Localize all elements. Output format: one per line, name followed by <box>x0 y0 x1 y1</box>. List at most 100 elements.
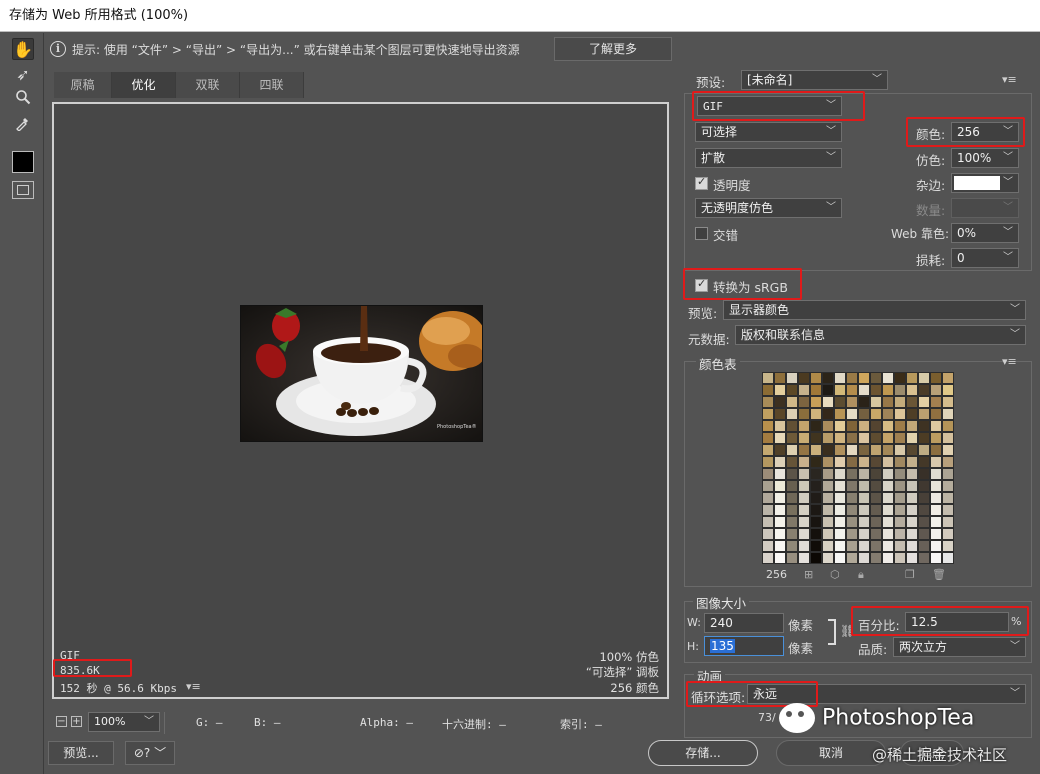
color-swatch[interactable] <box>762 552 774 564</box>
color-swatch[interactable] <box>906 504 918 516</box>
color-swatch[interactable] <box>930 552 942 564</box>
color-swatch[interactable] <box>930 528 942 540</box>
browser-preview-button[interactable]: ⊘? ﹀ <box>125 741 175 765</box>
color-swatch[interactable] <box>762 396 774 408</box>
color-swatch[interactable] <box>906 372 918 384</box>
toggle-slices-icon[interactable] <box>12 181 34 199</box>
color-swatch[interactable] <box>786 504 798 516</box>
color-swatch[interactable] <box>894 528 906 540</box>
preset-select[interactable]: [未命名] ﹀ <box>741 70 888 90</box>
lock-color-icon[interactable]: 🔒︎ <box>858 568 864 582</box>
color-swatch[interactable] <box>822 552 834 564</box>
color-swatch[interactable] <box>858 444 870 456</box>
color-swatch[interactable] <box>834 504 846 516</box>
lossy-select[interactable]: 0 ﹀ <box>951 248 1019 268</box>
color-swatch[interactable] <box>846 552 858 564</box>
color-swatch[interactable] <box>846 384 858 396</box>
color-swatch[interactable] <box>870 432 882 444</box>
color-swatch[interactable] <box>870 492 882 504</box>
color-swatch[interactable] <box>882 516 894 528</box>
color-swatch[interactable] <box>834 420 846 432</box>
color-swatch[interactable] <box>762 516 774 528</box>
color-swatch[interactable] <box>906 432 918 444</box>
color-swatch[interactable] <box>882 396 894 408</box>
color-swatch[interactable] <box>786 480 798 492</box>
color-swatch[interactable] <box>774 516 786 528</box>
color-swatch[interactable] <box>894 456 906 468</box>
color-swatch[interactable] <box>846 408 858 420</box>
color-swatch[interactable] <box>930 372 942 384</box>
color-swatch[interactable] <box>846 444 858 456</box>
color-swatch[interactable] <box>846 468 858 480</box>
color-swatch[interactable] <box>942 504 954 516</box>
eyedropper-tool-icon[interactable] <box>12 115 34 137</box>
color-swatch[interactable] <box>810 372 822 384</box>
color-swatch[interactable] <box>774 432 786 444</box>
color-swatch[interactable] <box>858 552 870 564</box>
learn-more-button[interactable]: 了解更多 <box>554 37 672 61</box>
color-swatch[interactable] <box>846 492 858 504</box>
width-input[interactable]: 240 <box>704 613 784 633</box>
preset-menu-icon[interactable]: ▾≡ <box>1002 73 1017 86</box>
color-swatch[interactable] <box>882 528 894 540</box>
color-swatch[interactable] <box>882 384 894 396</box>
color-swatch[interactable] <box>822 384 834 396</box>
color-swatch[interactable] <box>774 540 786 552</box>
color-swatch[interactable] <box>918 444 930 456</box>
color-swatch[interactable] <box>846 456 858 468</box>
color-swatch[interactable] <box>846 528 858 540</box>
height-input[interactable]: 135 <box>704 636 784 656</box>
color-swatch[interactable] <box>798 540 810 552</box>
color-swatch[interactable] <box>846 396 858 408</box>
color-swatch[interactable] <box>822 492 834 504</box>
color-swatch[interactable] <box>786 384 798 396</box>
color-swatch[interactable] <box>894 384 906 396</box>
color-swatch[interactable] <box>882 492 894 504</box>
color-table-swatches[interactable] <box>762 372 954 564</box>
color-swatch[interactable] <box>822 504 834 516</box>
color-swatch[interactable] <box>918 516 930 528</box>
preview-mode-select[interactable]: 显示器颜色 ﹀ <box>723 300 1026 320</box>
color-swatch[interactable] <box>918 432 930 444</box>
color-swatch[interactable] <box>822 516 834 528</box>
color-swatch[interactable] <box>834 528 846 540</box>
color-swatch[interactable] <box>786 408 798 420</box>
color-swatch[interactable] <box>810 540 822 552</box>
color-swatch[interactable] <box>942 384 954 396</box>
hand-tool-icon[interactable]: ✋ <box>12 38 34 60</box>
color-swatch[interactable] <box>846 540 858 552</box>
color-swatch[interactable] <box>822 456 834 468</box>
color-swatch[interactable] <box>906 468 918 480</box>
color-swatch[interactable] <box>942 540 954 552</box>
color-swatch[interactable] <box>810 384 822 396</box>
color-swatch[interactable] <box>798 384 810 396</box>
color-swatch[interactable] <box>918 456 930 468</box>
color-swatch[interactable] <box>894 444 906 456</box>
color-swatch[interactable] <box>834 432 846 444</box>
color-swatch[interactable] <box>762 540 774 552</box>
color-swatch[interactable] <box>798 480 810 492</box>
quality-select[interactable]: 两次立方 ﹀ <box>893 637 1026 657</box>
color-swatch[interactable] <box>798 396 810 408</box>
color-swatch[interactable] <box>882 408 894 420</box>
color-swatch[interactable] <box>834 372 846 384</box>
color-swatch[interactable] <box>822 444 834 456</box>
zoom-in-button[interactable]: + <box>71 716 82 727</box>
tab-4up[interactable]: 四联 <box>240 72 304 98</box>
color-swatch[interactable] <box>918 492 930 504</box>
color-swatch[interactable] <box>918 528 930 540</box>
color-swatch[interactable] <box>930 444 942 456</box>
color-swatch[interactable] <box>906 384 918 396</box>
color-swatch[interactable] <box>894 516 906 528</box>
color-swatch[interactable] <box>774 444 786 456</box>
interlaced-checkbox[interactable] <box>695 227 708 240</box>
color-swatch[interactable] <box>894 480 906 492</box>
color-swatch[interactable] <box>834 456 846 468</box>
color-swatch[interactable] <box>942 480 954 492</box>
color-swatch[interactable] <box>822 396 834 408</box>
color-swatch[interactable] <box>786 540 798 552</box>
color-swatch[interactable] <box>882 456 894 468</box>
color-swatch[interactable] <box>930 408 942 420</box>
color-swatch[interactable] <box>834 408 846 420</box>
web-shift-icon[interactable]: ⊞ <box>804 568 813 581</box>
